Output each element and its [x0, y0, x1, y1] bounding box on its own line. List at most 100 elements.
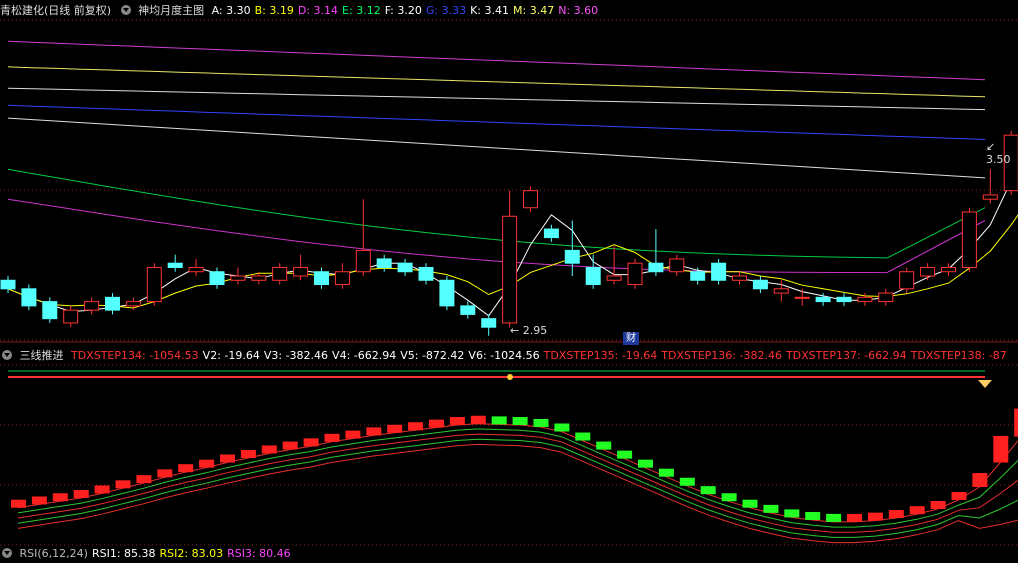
sub-bar-34	[721, 493, 737, 502]
sub-bar-2	[52, 493, 68, 502]
candle-body-12	[251, 275, 267, 281]
sub-bar-36	[763, 504, 779, 513]
candle-body-16	[334, 271, 350, 286]
ma-value-1: B: 3.19	[254, 4, 294, 17]
sub-bar-35	[742, 499, 758, 508]
sub-bar-22	[470, 415, 486, 424]
sub-bar-12	[261, 445, 277, 454]
sub-bar-24	[512, 417, 528, 426]
candle-body-17	[355, 249, 371, 273]
sub-bar-47	[993, 435, 1009, 463]
sub-bar-32	[679, 477, 695, 486]
sub-indicator-panel	[8, 370, 1018, 544]
sub-bar-16	[345, 430, 361, 439]
sub-bar-11	[240, 449, 256, 458]
sub-bar-44	[930, 501, 946, 509]
sub-bar-43	[909, 506, 925, 515]
candle-body-41	[857, 296, 873, 303]
sub-bar-33	[700, 486, 716, 495]
candle-body-29	[606, 275, 622, 281]
candle-body-32	[669, 258, 685, 273]
candle-body-7	[146, 266, 162, 303]
indicator-name[interactable]: 神均月度主图	[138, 4, 204, 17]
sub-bar-40	[847, 513, 862, 522]
candle-body-35	[732, 275, 747, 281]
stock-title: 青松建化(日线 前复权)	[0, 4, 112, 17]
step-value-6: TDXSTEP135: -19.64	[543, 349, 658, 362]
sub-bar-48	[1014, 408, 1018, 437]
sub-bar-26	[554, 423, 570, 432]
sub-bar-31	[658, 468, 674, 477]
candle-body-39	[815, 296, 831, 303]
ma-value-0: A: 3.30	[211, 4, 251, 17]
candle-body-30	[627, 262, 643, 286]
step-value-4: V5: -872.42	[400, 349, 465, 362]
ma-value-8: N: 3.60	[558, 4, 599, 17]
candle-body-26	[543, 228, 559, 239]
step-value-7: TDXSTEP136: -382.46	[661, 349, 782, 362]
candle-body-23	[481, 318, 497, 328]
sub-bar-30	[638, 459, 653, 468]
candle-body-6	[125, 301, 141, 307]
sub-bar-14	[303, 438, 319, 447]
high-price-label: ↙ 3.50	[986, 140, 1011, 166]
ma-value-2: D: 3.14	[297, 4, 339, 17]
candle-body-19	[397, 262, 413, 273]
step-value-8: TDXSTEP137: -662.94	[785, 349, 907, 362]
step-value-3: V4: -662.94	[332, 349, 397, 362]
financial-report-marker[interactable]: 财	[623, 332, 639, 345]
candle-body-46	[961, 211, 977, 268]
candle-body-14	[293, 266, 309, 277]
candle-body-31	[648, 262, 664, 273]
candle-body-18	[376, 258, 392, 268]
sub-bar-37	[784, 509, 800, 518]
sub-chart-header: 三线推进 TDXSTEP134: -1054.53 V2: -19.64 V3: -…	[0, 347, 1018, 365]
candle-body-27	[564, 249, 580, 264]
sub-bar-25	[533, 418, 549, 427]
sub-bar-15	[324, 433, 340, 442]
candle-body-47	[982, 194, 998, 200]
chevron-down-icon[interactable]	[120, 5, 131, 15]
step-value-9: TDXSTEP138: -87	[910, 349, 1007, 362]
candle-body-38	[794, 296, 810, 299]
candlestick-series	[0, 130, 1018, 336]
candle-body-43	[899, 271, 915, 290]
candle-body-2	[42, 301, 58, 320]
chevron-down-icon[interactable]	[2, 548, 12, 558]
chevron-down-icon[interactable]	[2, 350, 12, 360]
sub-bar-18	[387, 424, 403, 433]
chart-canvas[interactable]	[0, 0, 1018, 554]
candle-body-3	[63, 309, 79, 324]
candle-body-10	[209, 271, 225, 286]
sub-bar-5	[115, 480, 131, 489]
sub-fan-line-3	[17, 438, 1018, 538]
candle-body-28	[585, 266, 601, 286]
candle-body-24	[502, 215, 518, 324]
candle-body-25	[523, 190, 538, 209]
candle-body-5	[105, 296, 120, 311]
sub-bar-45	[951, 491, 967, 500]
candle-body-45	[941, 266, 956, 273]
candle-body-15	[314, 271, 329, 286]
sub-bar-23	[491, 416, 507, 425]
step-value-5: V6: -1024.56	[468, 349, 540, 362]
sub-bar-38	[805, 511, 821, 520]
step-value-2: V3: -382.46	[263, 349, 329, 362]
ma-line-e	[7, 168, 986, 259]
sub-bar-28	[596, 441, 612, 450]
candle-body-40	[836, 296, 852, 303]
ma-line-d	[7, 198, 986, 273]
sub-bar-19	[408, 422, 424, 431]
candle-body-13	[272, 266, 288, 281]
ma-value-6: K: 3.41	[470, 4, 510, 17]
sub-bar-1	[31, 496, 47, 505]
sub-bar-39	[826, 513, 842, 522]
sub-bar-20	[429, 419, 444, 428]
sub-bar-0	[11, 499, 26, 508]
ma-value-5: G: 3.33	[425, 4, 467, 17]
sub-bar-46	[972, 473, 988, 488]
sub-bar-29	[617, 450, 633, 459]
candle-body-0	[0, 279, 16, 290]
sub-marker-dot	[507, 374, 513, 380]
sub-indicator-name[interactable]: 三线推进	[20, 349, 64, 362]
